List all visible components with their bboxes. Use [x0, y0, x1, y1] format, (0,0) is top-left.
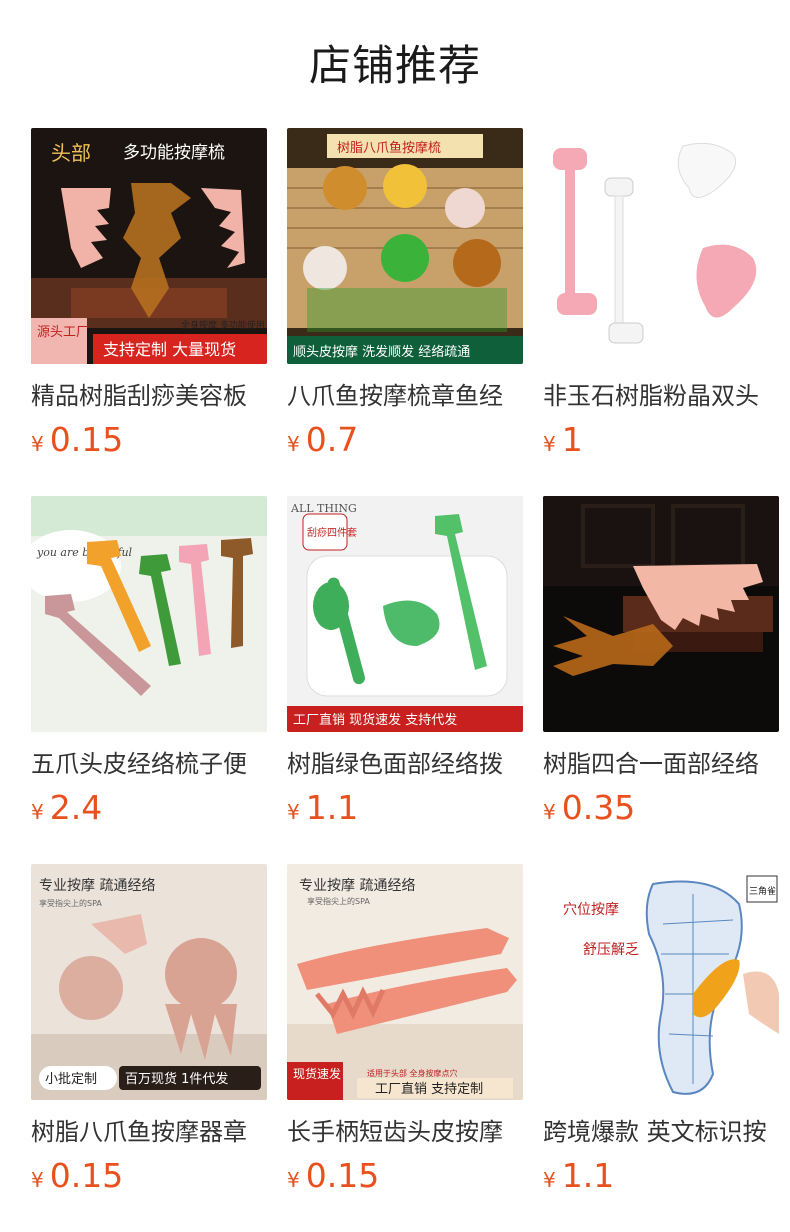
currency-symbol: ¥ — [31, 800, 44, 824]
product-name[interactable]: 树脂绿色面部经络拨 — [287, 746, 523, 782]
price-value: 0.7 — [305, 420, 359, 459]
product-price: ¥1.1 — [287, 786, 358, 830]
product-image[interactable]: 专业按摩 疏通经络 享受指尖上的SPA 小批定制 百万现货 1件代发 — [31, 864, 267, 1100]
price-value: 0.15 — [49, 1156, 124, 1195]
overlay-text: 树脂八爪鱼按摩梳 — [337, 140, 441, 156]
currency-symbol: ¥ — [287, 432, 300, 456]
overlay-banner: 工厂直销 现货速发 支持代发 — [293, 712, 457, 728]
overlay-text-b: 舒压解乏 — [583, 942, 639, 958]
product-price: ¥0.15 — [31, 418, 123, 462]
overlay-text-b: 多功能按摩梳 — [123, 143, 225, 163]
page-title: 店铺推荐 — [308, 41, 481, 90]
currency-symbol: ¥ — [543, 800, 556, 824]
product-name[interactable]: 八爪鱼按摩梳章鱼经 — [287, 378, 523, 414]
overlay-badge: 刮痧四件套 — [307, 526, 357, 539]
product-image[interactable] — [543, 128, 779, 364]
product-image[interactable]: 树脂八爪鱼按摩梳 顺头皮按摩 洗发顺发 经络疏通 — [287, 128, 523, 364]
product-image[interactable] — [543, 496, 779, 732]
product-image[interactable]: 穴位按摩 舒压解乏 三角雀 — [543, 864, 779, 1100]
product-price: ¥0.7 — [287, 418, 358, 462]
overlay-tag-left: 小批定制 — [45, 1072, 97, 1087]
overlay-small: 全身按摩 多功能使用 — [181, 319, 265, 331]
product-price: ¥1.1 — [543, 1154, 614, 1198]
overlay-tag-right: 百万现货 1件代发 — [125, 1071, 228, 1087]
product-name[interactable]: 非玉石树脂粉晶双头 — [543, 378, 779, 414]
price-value: 0.15 — [49, 420, 124, 459]
price-value: 0.35 — [561, 788, 636, 827]
currency-symbol: ¥ — [543, 1168, 556, 1192]
product-name[interactable]: 五爪头皮经络梳子便 — [31, 746, 267, 782]
overlay-banner: 支持定制 大量现货 — [103, 340, 236, 359]
product-image[interactable]: you are beautiful — [31, 496, 267, 732]
product-image[interactable]: ALL THING 刮痧四件套 工厂直销 现货速发 支持代发 — [287, 496, 523, 732]
product-price: ¥0.15 — [31, 1154, 123, 1198]
overlay-badge: 现货速发 — [293, 1066, 341, 1081]
overlay-banner: 工厂直销 支持定制 — [375, 1082, 483, 1097]
overlay-text-a: 头部 — [51, 141, 91, 165]
product-price: ¥1 — [543, 418, 583, 462]
currency-symbol: ¥ — [287, 1168, 300, 1192]
product-name[interactable]: 跨境爆款 英文标识按 — [543, 1114, 779, 1150]
product-price: ¥2.4 — [31, 786, 102, 830]
price-value: 2.4 — [49, 788, 103, 827]
price-value: 1.1 — [305, 788, 359, 827]
product-name[interactable]: 精品树脂刮痧美容板 — [31, 378, 267, 414]
overlay-hint: 适用于头部 全身按摩点穴 — [367, 1068, 458, 1078]
product-price: ¥0.35 — [543, 786, 635, 830]
product-price: ¥0.15 — [287, 1154, 379, 1198]
overlay-text-a: 穴位按摩 — [563, 901, 619, 918]
price-value: 0.15 — [305, 1156, 380, 1195]
price-value: 1 — [561, 420, 583, 459]
product-image[interactable]: 专业按摩 疏通经络 享受指尖上的SPA 现货速发 适用于头部 全身按摩点穴 工厂… — [287, 864, 523, 1100]
overlay-brand: ALL THING — [290, 502, 357, 515]
product-name[interactable]: 长手柄短齿头皮按摩 — [287, 1114, 523, 1150]
product-name[interactable]: 树脂八爪鱼按摩器章 — [31, 1114, 267, 1150]
overlay-badge: 源头工厂 — [37, 325, 89, 340]
currency-symbol: ¥ — [543, 432, 556, 456]
product-image[interactable]: 头部 多功能按摩梳 源头工厂 支持定制 大量现货 全身按摩 多功能使用 — [31, 128, 267, 364]
overlay-banner: 顺头皮按摩 洗发顺发 经络疏通 — [293, 344, 470, 360]
overlay-sub: 享受指尖上的SPA — [39, 898, 102, 908]
overlay-text: 专业按摩 疏通经络 — [39, 877, 155, 894]
price-value: 1.1 — [561, 1156, 615, 1195]
currency-symbol: ¥ — [31, 432, 44, 456]
overlay-text: 专业按摩 疏通经络 — [299, 877, 415, 894]
currency-symbol: ¥ — [31, 1168, 44, 1192]
currency-symbol: ¥ — [287, 800, 300, 824]
overlay-corner: 三角雀 — [749, 885, 776, 897]
product-name[interactable]: 树脂四合一面部经络 — [543, 746, 779, 782]
overlay-sub: 享受指尖上的SPA — [307, 896, 370, 906]
